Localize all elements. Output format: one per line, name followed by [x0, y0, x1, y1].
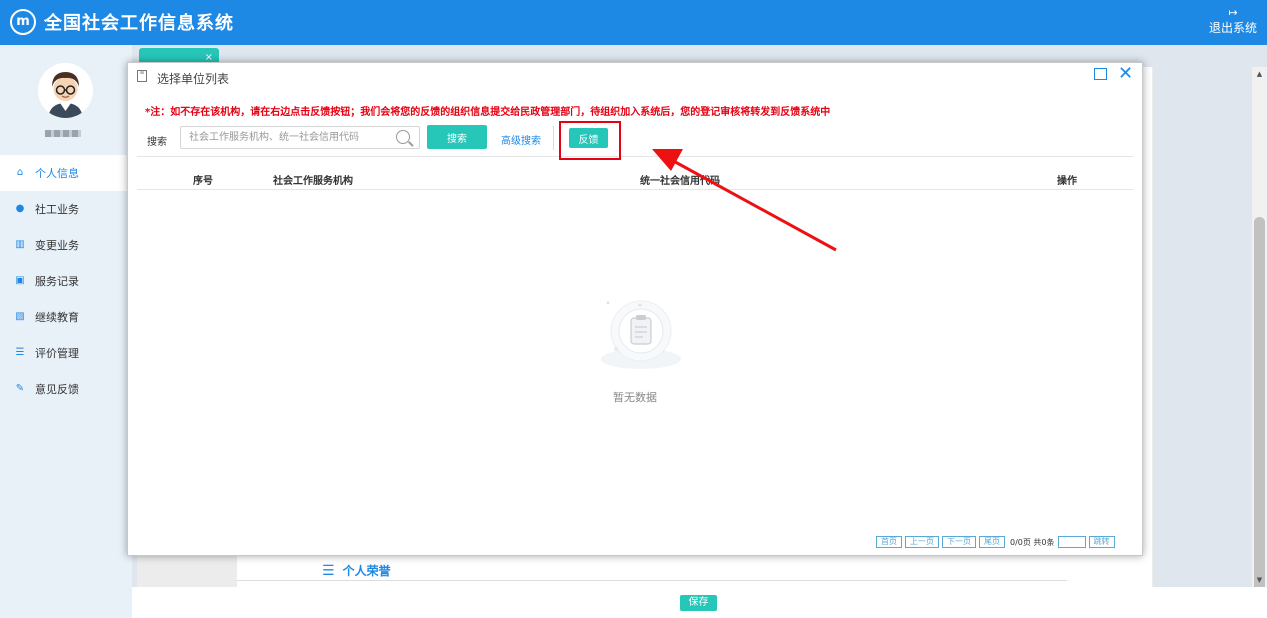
app-title: 全国社会工作信息系统 — [44, 13, 234, 34]
pager-next-button[interactable]: 下一页 — [942, 536, 976, 548]
sidebar: ⌂ 个人信息 ● 社工业务 ▥ 变更业务 ▣ 服务记录 ▧ 继续教育 ☰ 评价管… — [0, 45, 132, 618]
pager-info: 0/0页 共0条 — [1010, 537, 1055, 547]
pager-prev-button[interactable]: 上一页 — [905, 536, 939, 548]
sidebar-item-label: 继续教育 — [35, 311, 79, 324]
document-icon: ≡ — [137, 70, 147, 82]
sidebar-item-label: 个人信息 — [35, 167, 79, 180]
logout-icon: ↦ — [1228, 6, 1238, 19]
section-title: 个人荣誉 — [342, 564, 391, 578]
column-header-action: 操作 — [1057, 176, 1077, 187]
pager-page-input[interactable] — [1057, 536, 1086, 548]
top-bar: m 全国社会工作信息系统 ↦ 退出系统 — [0, 0, 1267, 45]
empty-state-text: 暂无数据 — [613, 391, 657, 404]
sidebar-item-service-records[interactable]: ▣ 服务记录 — [0, 263, 132, 299]
sidebar-item-feedback[interactable]: ✎ 意见反馈 — [0, 371, 132, 407]
avatar-image — [38, 63, 93, 118]
search-icon[interactable] — [396, 130, 410, 144]
building-icon: ▥ — [15, 239, 25, 250]
list-icon: ☰ — [15, 347, 25, 358]
search-label: 搜索 — [147, 137, 167, 148]
empty-data-icon — [601, 300, 681, 369]
notice-text: *注：如不存在该机构，请在右边点击反馈按钮；我们会将您的反馈的组织信息提交给民政… — [145, 107, 831, 118]
advanced-search-link[interactable]: 高级搜索 — [501, 132, 541, 147]
select-unit-dialog: ≡ 选择单位列表 ✕ *注：如不存在该机构，请在右边点击反馈按钮；我们会将您的反… — [127, 62, 1143, 556]
close-button[interactable]: ✕ — [1118, 63, 1133, 85]
sidebar-item-evaluation[interactable]: ☰ 评价管理 — [0, 335, 132, 371]
pager-last-button[interactable]: 尾页 — [979, 536, 1005, 548]
sidebar-item-change-business[interactable]: ▥ 变更业务 — [0, 227, 132, 263]
dialog-title: 选择单位列表 — [157, 72, 230, 86]
search-panel: *注：如不存在该机构，请在右边点击反馈按钮；我们会将您的反馈的组织信息提交给民政… — [137, 93, 1133, 157]
username-redacted — [45, 130, 81, 137]
pagination: 首页 上一页 下一页 尾页 0/0页 共0条 跳转 — [876, 535, 1115, 549]
divider — [553, 126, 554, 150]
sidebar-item-label: 社工业务 — [35, 203, 79, 216]
logout-button[interactable]: ↦ 退出系统 — [1207, 6, 1259, 36]
sidebar-item-personal-info[interactable]: ⌂ 个人信息 — [0, 155, 132, 191]
column-header-credit-code: 统一社会信用代码 — [640, 176, 720, 187]
column-header-index: 序号 — [193, 176, 213, 187]
sidebar-item-social-work[interactable]: ● 社工业务 — [0, 191, 132, 227]
sidebar-item-label: 服务记录 — [35, 275, 79, 288]
scroll-down-icon[interactable]: ▼ — [1252, 576, 1267, 584]
column-header-org: 社会工作服务机构 — [273, 176, 353, 187]
user-icon: ● — [15, 203, 25, 214]
education-icon: ▧ — [15, 311, 25, 322]
list-icon: ☰ — [322, 563, 335, 579]
avatar — [38, 63, 93, 118]
dialog-header: ≡ 选择单位列表 ✕ — [128, 63, 1142, 89]
edit-icon: ✎ — [15, 383, 25, 394]
section-personal-honor: ☰ 个人荣誉 — [322, 562, 391, 579]
page-scrollbar[interactable]: ▲ ▼ — [1252, 67, 1267, 597]
search-button[interactable]: 搜索 — [427, 125, 487, 149]
chart-icon: ▣ — [15, 275, 25, 286]
sidebar-item-label: 意见反馈 — [35, 383, 79, 396]
sidebar-item-label: 评价管理 — [35, 347, 79, 360]
app-logo-icon: m — [10, 9, 36, 35]
home-icon: ⌂ — [16, 167, 24, 178]
sidebar-menu: ⌂ 个人信息 ● 社工业务 ▥ 变更业务 ▣ 服务记录 ▧ 继续教育 ☰ 评价管… — [0, 155, 132, 407]
scroll-thumb[interactable] — [1254, 217, 1265, 597]
section-divider — [237, 580, 1067, 581]
scroll-up-icon[interactable]: ▲ — [1252, 70, 1267, 78]
pager-jump-button[interactable]: 跳转 — [1088, 536, 1115, 548]
table-header: 序号 社会工作服务机构 统一社会信用代码 操作 — [137, 164, 1133, 190]
save-button[interactable]: 保存 — [680, 595, 717, 611]
sidebar-item-label: 变更业务 — [35, 239, 79, 252]
search-box — [180, 126, 420, 149]
maximize-button[interactable] — [1094, 68, 1107, 80]
search-input[interactable] — [181, 127, 391, 148]
pager-first-button[interactable]: 首页 — [876, 536, 902, 548]
logout-label: 退出系统 — [1208, 21, 1257, 35]
sidebar-item-continuing-education[interactable]: ▧ 继续教育 — [0, 299, 132, 335]
table-body-empty: 暂无数据 — [137, 191, 1133, 531]
feedback-highlight-box — [559, 121, 621, 160]
